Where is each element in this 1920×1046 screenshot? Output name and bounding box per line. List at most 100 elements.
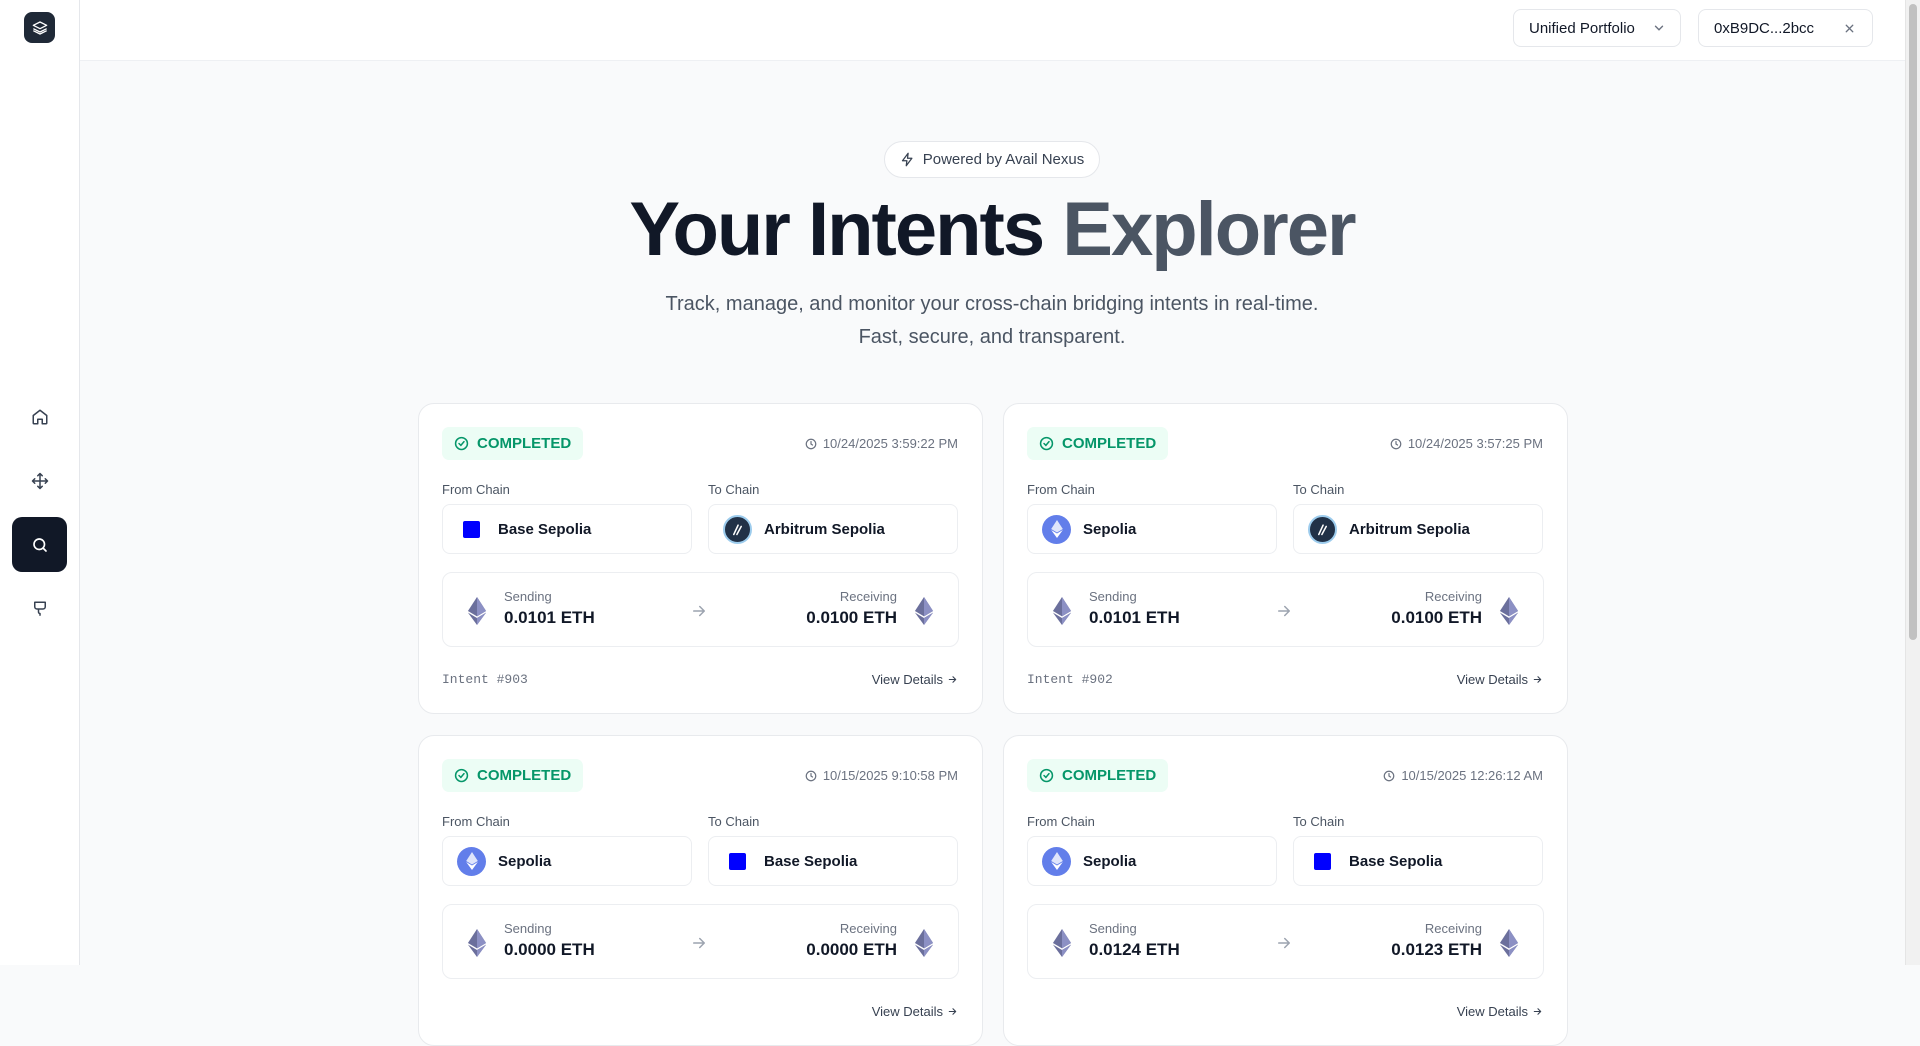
status-text: COMPLETED bbox=[1062, 435, 1157, 452]
view-details-link[interactable]: View Details bbox=[872, 1004, 958, 1019]
check-circle-icon bbox=[454, 768, 469, 783]
intent-card[interactable]: COMPLETED 10/24/2025 3:57:25 PM From Cha… bbox=[1003, 403, 1568, 714]
clock-icon bbox=[805, 438, 817, 449]
app-logo[interactable] bbox=[24, 12, 55, 43]
eth-icon bbox=[913, 597, 935, 630]
view-details-link[interactable]: View Details bbox=[872, 672, 958, 687]
base-sepolia-icon bbox=[463, 520, 480, 538]
from-chain-label: From Chain bbox=[442, 482, 510, 497]
portfolio-label: Unified Portfolio bbox=[1529, 19, 1635, 37]
arrow-right-icon bbox=[948, 676, 957, 683]
eth-icon bbox=[1051, 597, 1073, 630]
from-chain-box: Sepolia bbox=[1027, 836, 1277, 886]
arrow-right-icon bbox=[1533, 1008, 1542, 1015]
scroll-thumb[interactable] bbox=[1909, 4, 1917, 640]
badge-label: Powered by Avail Nexus bbox=[922, 151, 1085, 168]
eth-icon bbox=[913, 929, 935, 962]
view-details-label: View Details bbox=[1456, 672, 1528, 687]
arrow-right-icon bbox=[1533, 676, 1542, 683]
scrollbar[interactable] bbox=[1905, 0, 1920, 965]
timestamp: 10/15/2025 12:26:12 AM bbox=[1383, 768, 1543, 783]
status-badge: COMPLETED bbox=[1027, 427, 1169, 460]
sending-value: 0.0101 ETH bbox=[504, 608, 595, 627]
receiving-value: 0.0123 ETH bbox=[1391, 940, 1482, 959]
timestamp: 10/24/2025 3:59:22 PM bbox=[805, 436, 958, 451]
view-details-link[interactable]: View Details bbox=[1457, 672, 1543, 687]
from-chain-box: Sepolia bbox=[442, 836, 692, 886]
from-chain-label: From Chain bbox=[442, 814, 510, 829]
from-chain-name: Base Sepolia bbox=[498, 520, 592, 538]
layers-icon bbox=[32, 20, 47, 35]
sending-value: 0.0124 ETH bbox=[1089, 940, 1180, 959]
to-chain-name: Base Sepolia bbox=[1349, 852, 1443, 870]
clock-icon bbox=[1390, 438, 1402, 449]
from-chain-name: Sepolia bbox=[1083, 852, 1137, 870]
chevron-down-icon bbox=[1654, 25, 1664, 31]
from-chain-label: From Chain bbox=[1027, 482, 1095, 497]
to-chain-label: To Chain bbox=[708, 482, 760, 497]
sending-label: Sending bbox=[504, 921, 552, 936]
timestamp: 10/24/2025 3:57:25 PM bbox=[1390, 436, 1543, 451]
view-details-label: View Details bbox=[871, 672, 943, 687]
to-chain-box: Base Sepolia bbox=[708, 836, 958, 886]
sending-amount: Sending 0.0101 ETH bbox=[1089, 589, 1180, 628]
arrow-right-icon bbox=[693, 605, 705, 617]
sidebar-item-bridge[interactable] bbox=[12, 453, 67, 508]
from-chain-box: Sepolia bbox=[1027, 504, 1277, 554]
to-chain-label: To Chain bbox=[1293, 814, 1345, 829]
to-chain-name: Arbitrum Sepolia bbox=[1349, 520, 1470, 538]
close-icon[interactable] bbox=[1843, 22, 1856, 35]
ethereum-icon bbox=[457, 846, 486, 876]
to-chain-box: Arbitrum Sepolia bbox=[708, 504, 958, 554]
sidebar-item-explorer[interactable] bbox=[12, 517, 67, 572]
status-text: COMPLETED bbox=[477, 435, 572, 452]
timestamp-text: 10/15/2025 9:10:58 PM bbox=[822, 768, 958, 783]
receiving-label: Receiving bbox=[1424, 921, 1482, 936]
from-chain-box: Base Sepolia bbox=[442, 504, 692, 554]
receiving-label: Receiving bbox=[839, 589, 897, 604]
intent-card[interactable]: COMPLETED 10/15/2025 12:26:12 AM From Ch… bbox=[1003, 735, 1568, 1046]
timestamp-text: 10/24/2025 3:59:22 PM bbox=[822, 436, 958, 451]
view-details-label: View Details bbox=[1456, 1004, 1528, 1019]
clock-icon bbox=[805, 770, 817, 781]
to-chain-box: Arbitrum Sepolia bbox=[1293, 504, 1543, 554]
intent-card[interactable]: COMPLETED 10/24/2025 3:59:22 PM From Cha… bbox=[418, 403, 983, 714]
home-icon bbox=[32, 409, 47, 424]
arrow-right-icon bbox=[948, 1008, 957, 1015]
from-chain-label: From Chain bbox=[1027, 814, 1095, 829]
intent-id: Intent #903 bbox=[442, 672, 528, 687]
from-chain-name: Sepolia bbox=[498, 852, 552, 870]
receiving-amount: Receiving 0.0000 ETH bbox=[806, 921, 897, 960]
portfolio-dropdown[interactable]: Unified Portfolio bbox=[1513, 9, 1681, 47]
eth-icon bbox=[1498, 597, 1520, 630]
check-circle-icon bbox=[1039, 436, 1054, 451]
receiving-value: 0.0100 ETH bbox=[1391, 608, 1482, 627]
timestamp: 10/15/2025 9:10:58 PM bbox=[805, 768, 958, 783]
clock-icon bbox=[1383, 770, 1395, 781]
timestamp-text: 10/15/2025 12:26:12 AM bbox=[1401, 768, 1543, 783]
sending-amount: Sending 0.0124 ETH bbox=[1089, 921, 1180, 960]
arbitrum-icon bbox=[1308, 514, 1337, 544]
status-badge: COMPLETED bbox=[442, 427, 584, 460]
arrow-right-icon bbox=[1278, 605, 1290, 617]
sidebar-item-faucet[interactable] bbox=[12, 581, 67, 636]
faucet-icon bbox=[33, 601, 46, 616]
status-text: COMPLETED bbox=[477, 767, 572, 784]
receiving-amount: Receiving 0.0100 ETH bbox=[806, 589, 897, 628]
powered-by-badge: Powered by Avail Nexus bbox=[884, 141, 1100, 178]
intent-card[interactable]: COMPLETED 10/15/2025 9:10:58 PM From Cha… bbox=[418, 735, 983, 1046]
sidebar-item-home[interactable] bbox=[12, 389, 67, 444]
move-icon bbox=[31, 472, 48, 489]
sending-value: 0.0000 ETH bbox=[504, 940, 595, 959]
status-badge: COMPLETED bbox=[442, 759, 584, 792]
wallet-address-chip: 0xB9DC...2bcc bbox=[1698, 9, 1873, 47]
eth-icon bbox=[466, 929, 488, 962]
arrow-right-icon bbox=[693, 937, 705, 949]
sending-label: Sending bbox=[504, 589, 552, 604]
view-details-link[interactable]: View Details bbox=[1457, 1004, 1543, 1019]
to-chain-label: To Chain bbox=[1293, 482, 1345, 497]
base-sepolia-icon bbox=[1314, 852, 1331, 870]
amount-panel: Sending 0.0000 ETH Receiving 0.0000 ETH bbox=[442, 904, 959, 979]
view-details-label: View Details bbox=[871, 1004, 943, 1019]
status-badge: COMPLETED bbox=[1027, 759, 1169, 792]
